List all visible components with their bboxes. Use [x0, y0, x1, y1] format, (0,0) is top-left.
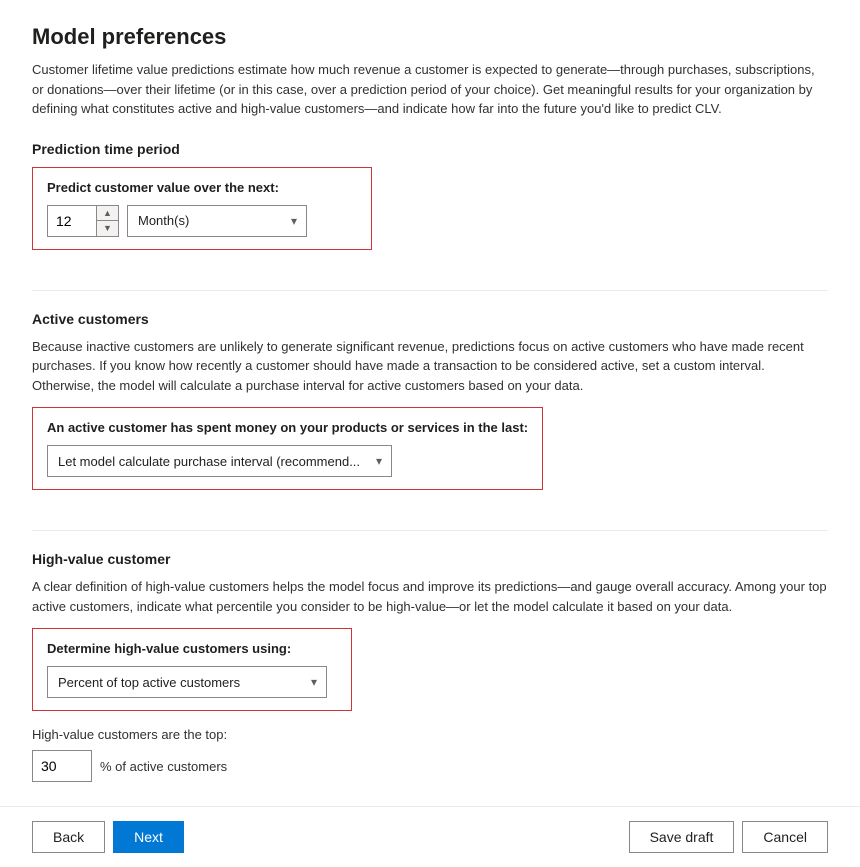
back-button[interactable]: Back	[32, 821, 105, 853]
active-customers-desc: Because inactive customers are unlikely …	[32, 337, 828, 396]
spinner-up[interactable]: ▲	[97, 206, 118, 222]
footer-left: Back Next	[32, 821, 184, 853]
period-select-wrapper: Month(s) Year(s) Day(s)	[127, 205, 307, 237]
prediction-controls: ▲ ▼ Month(s) Year(s) Day(s)	[47, 205, 357, 237]
next-button[interactable]: Next	[113, 821, 184, 853]
active-customers-box-label: An active customer has spent money on yo…	[47, 420, 528, 435]
interval-select-wrapper: Let model calculate purchase interval (r…	[47, 445, 392, 477]
percent-suffix: % of active customers	[100, 759, 227, 774]
number-input[interactable]	[48, 206, 96, 236]
high-value-box-label: Determine high-value customers using:	[47, 641, 337, 656]
prediction-box: Predict customer value over the next: ▲ …	[32, 167, 372, 250]
spinner-down[interactable]: ▼	[97, 221, 118, 236]
percent-row: % of active customers	[32, 750, 828, 782]
interval-select[interactable]: Let model calculate purchase interval (r…	[47, 445, 392, 477]
footer: Back Next Save draft Cancel	[0, 806, 860, 867]
active-customers-box: An active customer has spent money on yo…	[32, 407, 543, 490]
intro-text: Customer lifetime value predictions esti…	[32, 60, 828, 119]
high-value-desc: A clear definition of high-value custome…	[32, 577, 828, 616]
high-value-title: High-value customer	[32, 551, 828, 567]
high-value-section: High-value customer A clear definition o…	[32, 551, 828, 782]
cancel-button[interactable]: Cancel	[742, 821, 828, 853]
divider-2	[32, 530, 828, 531]
spinner-arrows: ▲ ▼	[96, 206, 118, 236]
active-customers-title: Active customers	[32, 311, 828, 327]
active-customers-section: Active customers Because inactive custom…	[32, 311, 828, 511]
number-spinner[interactable]: ▲ ▼	[47, 205, 119, 237]
high-value-box: Determine high-value customers using: Pe…	[32, 628, 352, 711]
prediction-section-title: Prediction time period	[32, 141, 828, 157]
period-select[interactable]: Month(s) Year(s) Day(s)	[127, 205, 307, 237]
prediction-box-label: Predict customer value over the next:	[47, 180, 357, 195]
footer-right: Save draft Cancel	[629, 821, 828, 853]
save-draft-button[interactable]: Save draft	[629, 821, 735, 853]
divider-1	[32, 290, 828, 291]
page-title: Model preferences	[32, 24, 828, 50]
method-select-wrapper: Percent of top active customers Model ca…	[47, 666, 327, 698]
method-select[interactable]: Percent of top active customers Model ca…	[47, 666, 327, 698]
top-label: High-value customers are the top:	[32, 727, 828, 742]
main-content: Model preferences Customer lifetime valu…	[0, 0, 860, 806]
percent-input[interactable]	[32, 750, 92, 782]
prediction-section: Prediction time period Predict customer …	[32, 141, 828, 270]
